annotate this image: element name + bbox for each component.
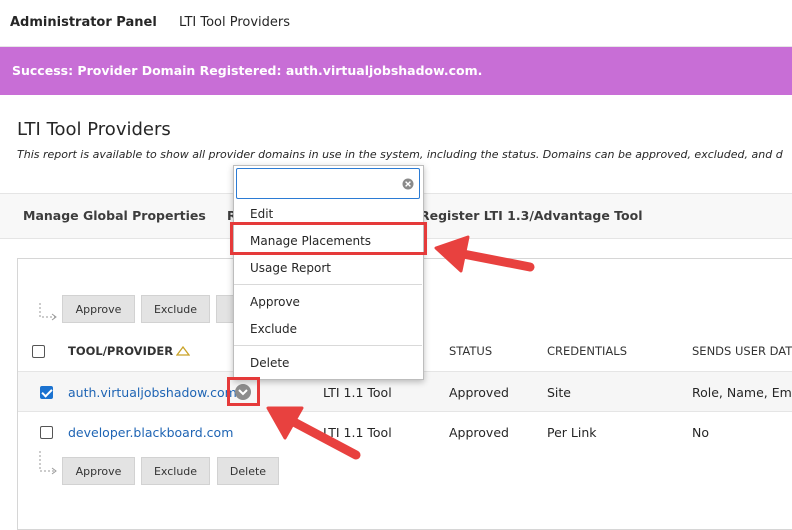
- annotation-arrow-icon: [266, 235, 535, 460]
